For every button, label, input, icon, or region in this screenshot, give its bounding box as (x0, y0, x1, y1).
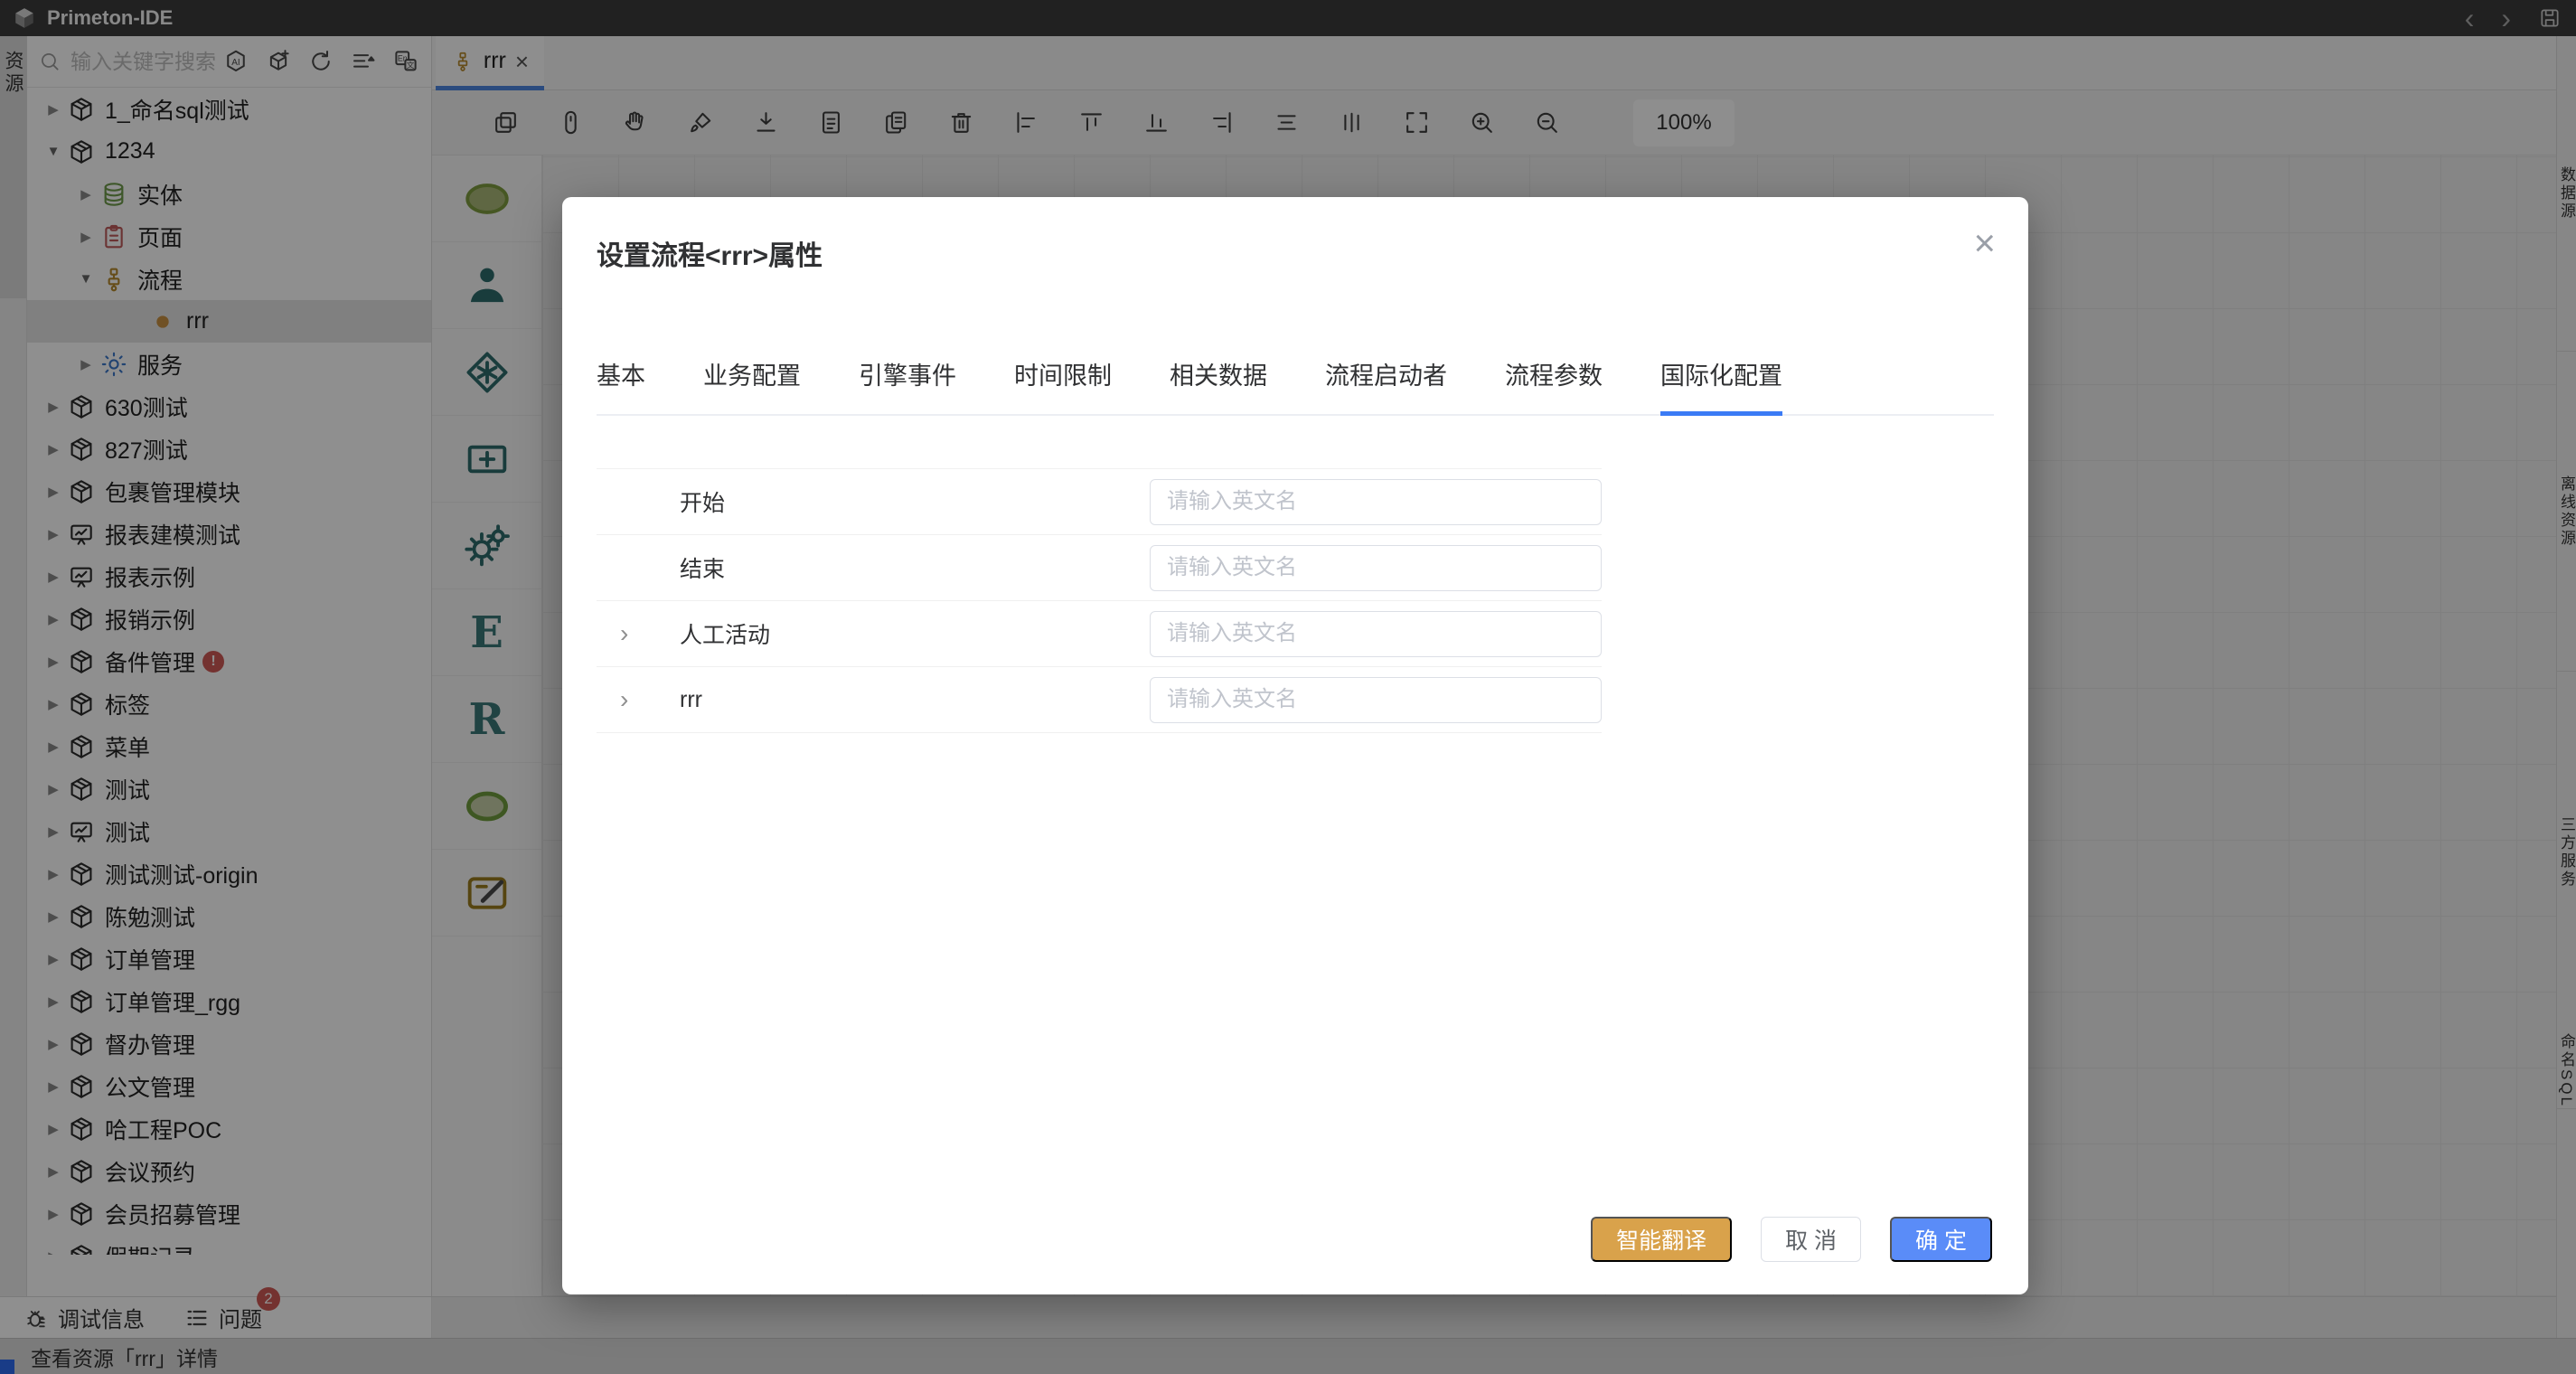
dialog-footer: 智能翻译 取 消 确 定 (1591, 1217, 1992, 1262)
english-name-input[interactable] (1150, 545, 1602, 591)
i18n-row: 开始 (597, 469, 1602, 535)
dialog-tab[interactable]: 流程启动者 (1325, 356, 1447, 414)
cancel-button[interactable]: 取 消 (1761, 1217, 1861, 1262)
row-label: 开始 (680, 485, 1150, 518)
dialog-tab[interactable]: 基本 (597, 356, 645, 414)
dialog-tab[interactable]: 业务配置 (703, 356, 801, 414)
row-label: rrr (680, 687, 1150, 713)
dialog-tab[interactable]: 相关数据 (1170, 356, 1267, 414)
row-label: 结束 (680, 551, 1150, 584)
dialog-tab[interactable]: 引擎事件 (859, 356, 956, 414)
i18n-row: 结束 (597, 535, 1602, 601)
row-expand-icon[interactable]: › (611, 685, 680, 714)
dialog-close-icon[interactable]: × (1973, 224, 1996, 262)
dialog-tab[interactable]: 国际化配置 (1660, 356, 1782, 416)
row-label: 人工活动 (680, 617, 1150, 650)
process-properties-dialog: 设置流程<rrr>属性 × 基本 业务配置 引擎事件 时间限制 相关数据 流程启… (562, 197, 2028, 1294)
smart-translate-button[interactable]: 智能翻译 (1591, 1217, 1732, 1262)
dialog-tab[interactable]: 时间限制 (1014, 356, 1112, 414)
i18n-row: › rrr (597, 667, 1602, 733)
dialog-tab[interactable]: 流程参数 (1505, 356, 1603, 414)
dialog-title: 设置流程<rrr>属性 (597, 233, 823, 273)
dialog-tabs: 基本 业务配置 引擎事件 时间限制 相关数据 流程启动者 流程参数 国际化配置 (597, 356, 1994, 416)
english-name-input[interactable] (1150, 611, 1602, 657)
english-name-input[interactable] (1150, 479, 1602, 525)
confirm-button[interactable]: 确 定 (1890, 1217, 1992, 1262)
primeton-ide-window: Primeton-IDE ‹ › 资源 AI (0, 0, 2576, 1374)
i18n-row: › 人工活动 (597, 601, 1602, 667)
i18n-config-rows: 开始 结束 › 人工活动 › rrr (597, 468, 1602, 733)
row-expand-icon[interactable]: › (611, 619, 680, 648)
english-name-input[interactable] (1150, 677, 1602, 723)
